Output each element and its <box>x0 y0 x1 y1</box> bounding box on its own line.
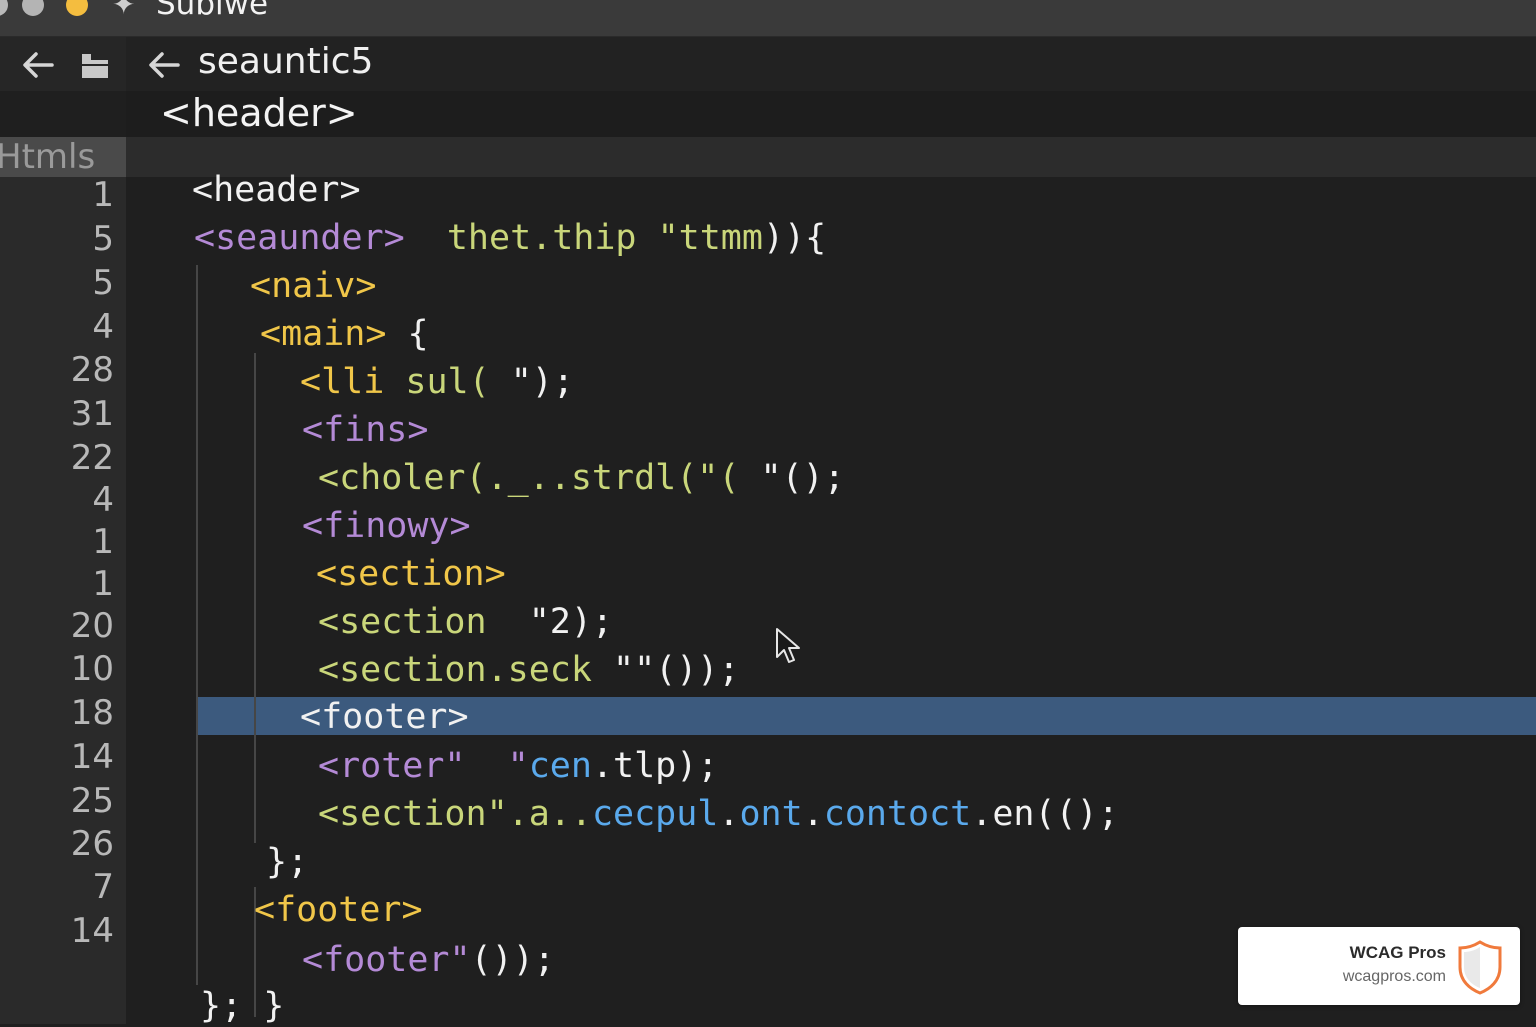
code-line[interactable]: }; } <box>200 985 284 1027</box>
line-number: 10 <box>70 649 114 689</box>
line-number: 28 <box>70 350 114 390</box>
code-token: <footer> <box>254 890 423 930</box>
window-close-button[interactable] <box>0 0 8 16</box>
badge-url: wcagpros.com <box>1342 968 1446 985</box>
line-number: 1 <box>92 522 114 562</box>
code-token: <footer" <box>302 940 471 980</box>
sidebar-toolbar <box>0 37 126 91</box>
line-number: 4 <box>92 480 114 520</box>
indent-guide <box>196 265 198 985</box>
indent-guide <box>254 353 256 843</box>
code-token: <choler(._..strdl("( <box>318 458 740 498</box>
code-token: . <box>718 794 740 834</box>
tab-label: Htmls <box>0 137 96 177</box>
line-number: 25 <box>70 781 114 821</box>
code-token: <section.seck <box>318 650 592 690</box>
window-zoom-button[interactable] <box>66 0 88 16</box>
code-token: <roter" " <box>318 746 529 786</box>
code-token: cecpul <box>591 794 719 834</box>
code-line[interactable]: <section.seck ""()); <box>318 649 739 691</box>
arrow-left-icon[interactable] <box>144 46 184 84</box>
code-token: ()); <box>470 940 555 980</box>
code-line[interactable]: <fins> <box>302 409 428 451</box>
code-token: "2); <box>486 602 614 642</box>
code-token: .en((); <box>971 794 1119 834</box>
code-line[interactable]: <section".a..cecpul.ont.contoct.en((); <box>318 793 1119 835</box>
window-minimize-button[interactable] <box>22 0 44 16</box>
code-token: <fins> <box>302 410 429 450</box>
code-line[interactable]: <section> <box>316 553 506 595</box>
code-token: sul( <box>384 362 490 402</box>
code-token: <section".a.. <box>318 794 592 834</box>
title-bar: ✦ Sublwe <box>0 0 1536 37</box>
code-token: <naiv> <box>250 266 377 306</box>
code-token: .tlp); <box>591 746 719 786</box>
code-token: ""()); <box>591 650 740 690</box>
code-token: ont <box>739 794 803 834</box>
code-line[interactable]: <finowy> <box>302 505 471 547</box>
arrow-left-icon[interactable] <box>18 45 58 85</box>
code-token: thet.thip "ttmm <box>404 218 763 258</box>
line-number: 5 <box>92 219 114 259</box>
code-token: <lli <box>300 362 385 402</box>
code-line[interactable]: <header> <box>192 169 361 211</box>
code-token: )){ <box>762 218 827 258</box>
line-number: 14 <box>70 737 114 777</box>
line-number: 31 <box>70 394 114 434</box>
code-line[interactable]: <footer> <box>254 889 423 931</box>
line-number-gutter: 1 5 5 4 28 31 22 4 1 1 20 10 18 14 25 26 7 14 <box>0 175 126 1024</box>
code-line[interactable]: <section "2); <box>318 601 613 643</box>
line-number: 18 <box>70 693 114 733</box>
code-token: <main> <box>260 314 387 354</box>
line-number: 1 <box>92 564 114 604</box>
code-token: . <box>802 794 824 834</box>
code-token: <header> <box>192 170 361 210</box>
breadcrumb: seauntic5 <box>126 37 1536 91</box>
code-token: <finowy> <box>302 506 471 546</box>
line-number: 22 <box>70 438 114 478</box>
line-number: 7 <box>92 867 114 907</box>
code-editor[interactable]: <header> <seaunder> thet.thip "ttmm)){ <na… <box>126 170 1536 1027</box>
line-number: 5 <box>92 263 114 303</box>
code-line[interactable]: <naiv> <box>250 265 376 307</box>
wcag-pros-badge[interactable]: WCAG Pros wcagpros.com <box>1238 927 1520 1005</box>
code-line[interactable]: <lli sul( "); <box>300 361 574 403</box>
code-token: <footer> <box>300 697 469 737</box>
code-token: cen <box>528 746 592 786</box>
code-line[interactable]: }; <box>266 841 308 883</box>
line-number: 26 <box>70 824 114 864</box>
file-header-line: <header> <box>126 91 1536 137</box>
line-number: 20 <box>70 606 114 646</box>
code-token: <section> <box>316 554 506 594</box>
line-number: 1 <box>92 175 114 215</box>
code-token: "); <box>489 362 574 402</box>
breadcrumb-label[interactable]: seauntic5 <box>198 41 373 82</box>
window-title: Sublwe <box>156 0 269 22</box>
badge-name: WCAG Pros <box>1349 943 1446 962</box>
code-line[interactable]: <footer"()); <box>302 939 555 981</box>
code-token: <seaunder> <box>194 218 405 258</box>
shield-icon <box>1458 940 1502 995</box>
code-token: { <box>386 314 429 354</box>
code-line[interactable]: <choler(._..strdl("( "(); <box>318 457 845 499</box>
code-line[interactable]: <roter" "cen.tlp); <box>318 745 718 787</box>
folder-icon[interactable] <box>78 49 112 83</box>
tab-htmls[interactable]: Htmls <box>0 137 126 177</box>
code-token: contoct <box>823 794 972 834</box>
mouse-pointer-icon <box>776 628 800 663</box>
line-number: 14 <box>70 911 114 951</box>
code-token: "(); <box>739 458 845 498</box>
code-token: }; <box>266 842 309 882</box>
new-tab-plus-icon[interactable]: ✦ <box>112 0 135 21</box>
code-line[interactable]: <footer> <box>300 696 469 738</box>
line-number: 4 <box>92 307 114 347</box>
code-token: }; } <box>200 986 285 1026</box>
file-header-text: <header> <box>160 91 358 135</box>
code-token: <section <box>318 602 487 642</box>
code-line[interactable]: <main> { <box>260 313 429 355</box>
code-line[interactable]: <seaunder> thet.thip "ttmm)){ <box>194 217 826 259</box>
